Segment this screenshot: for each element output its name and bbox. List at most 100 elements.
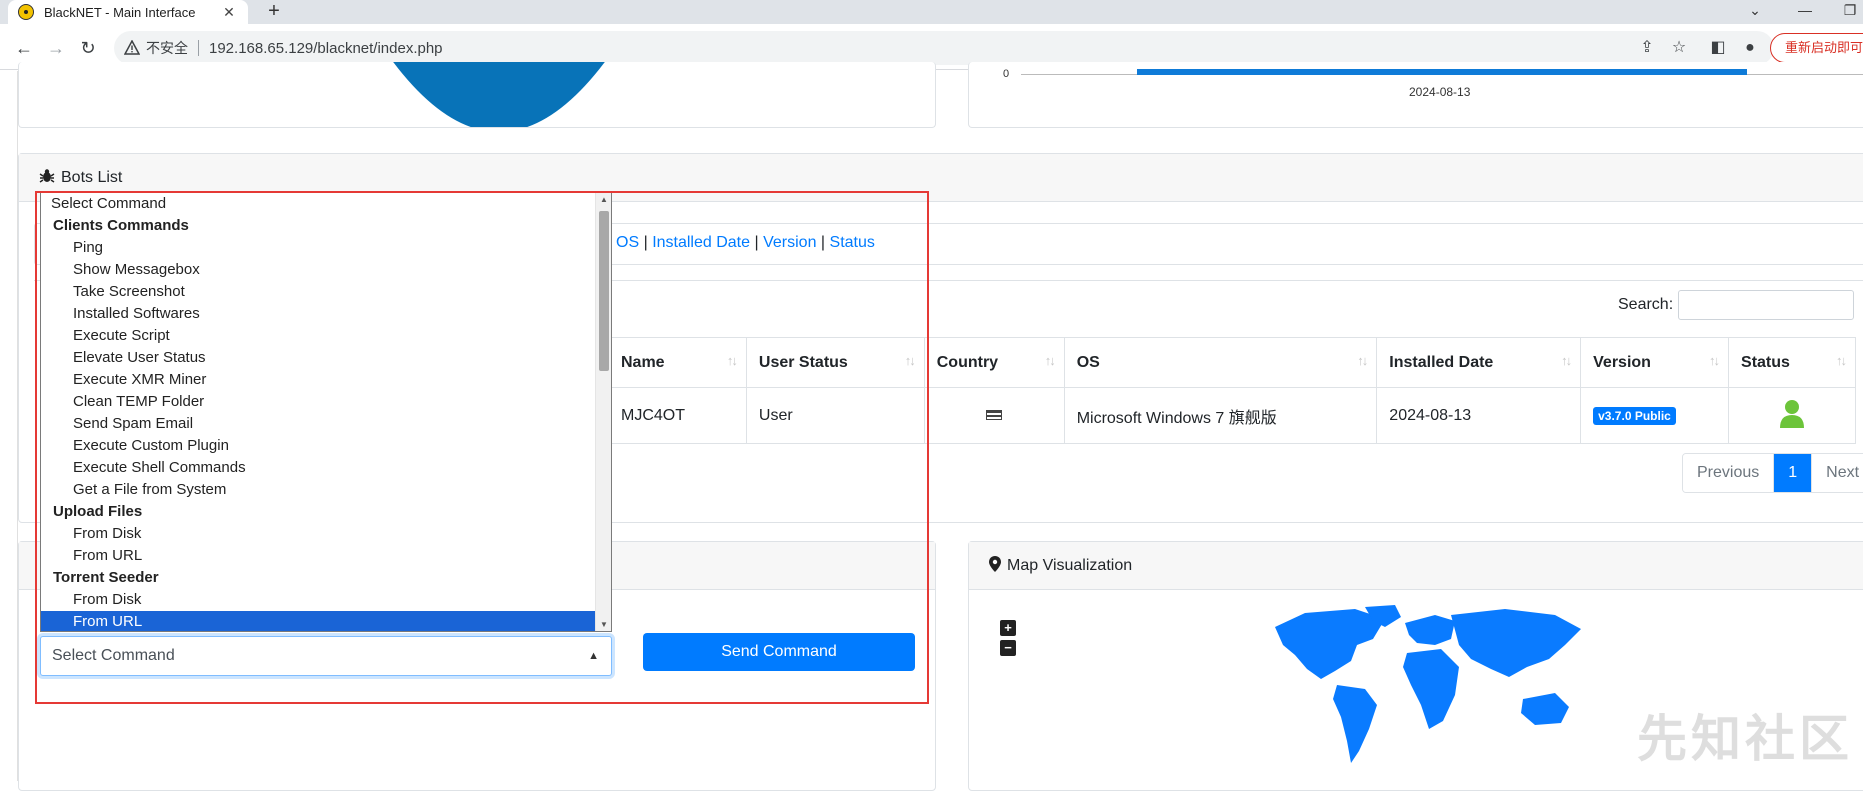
reload-icon[interactable]: ↻ — [76, 36, 100, 60]
online-user-icon — [1780, 400, 1805, 428]
scrollbar-thumb[interactable] — [599, 211, 609, 371]
toggle-installed-date[interactable]: Installed Date — [652, 234, 750, 251]
search-input[interactable] — [1678, 290, 1854, 320]
table-row[interactable]: MJC4OT User Microsoft Windows 7 旗舰版 2024… — [608, 387, 1856, 444]
dropdown-option[interactable]: Send Spam Email — [41, 413, 595, 435]
new-tab-button[interactable]: + — [262, 0, 286, 22]
map-card-header: Map Visualization — [969, 542, 1863, 590]
col-installed-date[interactable]: Installed Date ↑↓ — [1376, 337, 1582, 388]
back-arrow-icon[interactable]: ← — [12, 36, 36, 60]
dropdown-option[interactable]: From Disk — [41, 589, 595, 611]
dropdown-option[interactable]: From URL — [41, 611, 595, 631]
dropdown-option[interactable]: Installed Softwares — [41, 303, 595, 325]
warning-triangle-icon — [124, 40, 140, 56]
restore-window-icon[interactable]: ❐ — [1830, 0, 1863, 20]
send-command-button[interactable]: Send Command — [643, 633, 915, 671]
dropdown-group-label: Torrent Seeder — [53, 569, 159, 586]
col-country[interactable]: Country ↑↓ — [923, 337, 1065, 388]
dropdown-group-label: Upload Files — [53, 503, 143, 520]
sidebar-icon[interactable]: ◧ — [1706, 36, 1730, 60]
tab-title: BlackNET - Main Interface — [44, 4, 196, 20]
select-arrows-icon: ▲ — [588, 650, 599, 662]
dropdown-option[interactable]: Ping — [41, 237, 595, 259]
dropdown-option[interactable]: Execute XMR Miner — [41, 369, 595, 391]
map-zoom-in-button[interactable]: + — [1000, 620, 1016, 636]
pie-chart — [393, 62, 605, 127]
tab-strip: BlackNET - Main Interface ✕ + ⌄ — ❐ — [0, 0, 1863, 24]
command-dropdown-list[interactable]: Select Command Clients Commands Ping Show M… — [40, 192, 612, 632]
insecure-label: 不安全 — [146, 40, 188, 56]
share-icon[interactable]: ⇪ — [1635, 36, 1659, 60]
dropdown-scrollbar[interactable]: ▲ ▼ — [595, 193, 611, 631]
browser-tab[interactable]: BlackNET - Main Interface ✕ — [8, 0, 248, 24]
cell-os: Microsoft Windows 7 旗舰版 — [1063, 387, 1378, 444]
scroll-up-arrow-icon[interactable]: ▲ — [596, 195, 611, 204]
bar-2024-08-13 — [1137, 69, 1747, 75]
south-america-shape — [1333, 685, 1377, 763]
watermark: 先知社区 — [1637, 711, 1853, 767]
dropdown-option[interactable]: Execute Custom Plugin — [41, 435, 595, 457]
dropdown-option[interactable]: Take Screenshot — [41, 281, 595, 303]
sort-icon: ↑↓ — [904, 353, 916, 368]
command-select[interactable]: Select Command ▲ — [40, 636, 612, 676]
dropdown-option[interactable]: Show Messagebox — [41, 259, 595, 281]
bots-table: Name ↑↓ User Status ↑↓ Country ↑↓ OS ↑↓ Inst… — [608, 337, 1856, 444]
command-select-value: Select Command — [52, 647, 175, 664]
radioactive-favicon-icon — [18, 4, 34, 20]
sort-icon: ↑↓ — [726, 353, 738, 368]
dropdown-option[interactable]: Clean TEMP Folder — [41, 391, 595, 413]
omnibox-divider — [198, 40, 199, 56]
europe-shape — [1405, 615, 1455, 645]
table-header-row: Name ↑↓ User Status ↑↓ Country ↑↓ OS ↑↓ Inst… — [608, 337, 1856, 388]
cell-version: v3.7.0 Public — [1580, 387, 1730, 444]
cell-installed-date: 2024-08-13 — [1376, 387, 1582, 444]
dropdown-option[interactable]: Get a File from System — [41, 479, 595, 501]
dropdown-option[interactable]: From Disk — [41, 523, 595, 545]
x-axis-label: 2024-08-13 — [1409, 85, 1471, 99]
minimize-icon[interactable]: — — [1785, 0, 1825, 20]
dropdown-option[interactable]: Elevate User Status — [41, 347, 595, 369]
dropdown-option[interactable]: From URL — [41, 545, 595, 567]
pagination-next[interactable]: Next — [1812, 454, 1863, 492]
cell-user-status: User — [745, 387, 925, 444]
toggle-status[interactable]: Status — [830, 234, 875, 251]
col-name[interactable]: Name ↑↓ — [608, 337, 747, 388]
profile-avatar-icon[interactable]: ● — [1738, 36, 1762, 60]
cell-country — [923, 387, 1065, 444]
sort-icon: ↑↓ — [1561, 353, 1572, 368]
col-os[interactable]: OS ↑↓ — [1063, 337, 1378, 388]
world-map — [1275, 605, 1581, 763]
map-zoom-out-button[interactable]: − — [1000, 640, 1016, 656]
toggle-separator: | — [820, 234, 826, 251]
close-tab-icon[interactable]: ✕ — [220, 4, 238, 21]
africa-shape — [1403, 649, 1459, 729]
col-user-status[interactable]: User Status ↑↓ — [745, 337, 925, 388]
pie-slice — [393, 62, 605, 127]
col-version[interactable]: Version ↑↓ — [1580, 337, 1730, 388]
toggle-os[interactable]: OS — [616, 234, 639, 251]
chevron-down-icon[interactable]: ⌄ — [1735, 0, 1775, 20]
cell-status — [1728, 387, 1856, 444]
bookmark-star-icon[interactable]: ☆ — [1667, 36, 1691, 60]
bots-list-title: Bots List — [61, 168, 123, 186]
toggle-separator: | — [643, 234, 648, 251]
pagination-previous[interactable]: Previous — [1683, 454, 1775, 492]
sort-icon: ↑↓ — [1709, 353, 1720, 368]
y-axis-tick: 0 — [1003, 68, 1010, 80]
pagination-page-1[interactable]: 1 — [1774, 454, 1813, 492]
page-left-gutter — [0, 71, 18, 781]
toggle-version[interactable]: Version — [763, 234, 816, 251]
col-status[interactable]: Status ↑↓ — [1728, 337, 1856, 388]
restart-update-button[interactable]: 重新启动即可更新 — [1770, 33, 1863, 63]
address-bar[interactable]: 不安全 192.168.65.129/blacknet/index.php — [114, 31, 1774, 65]
search-label: Search: — [1618, 296, 1674, 313]
map-marker-icon — [989, 555, 1001, 576]
cell-name: MJC4OT — [608, 387, 747, 444]
toggle-separator: | — [754, 234, 759, 251]
dropdown-option[interactable]: Execute Shell Commands — [41, 457, 595, 479]
forward-arrow-icon[interactable]: → — [44, 36, 68, 60]
scroll-down-arrow-icon[interactable]: ▼ — [596, 620, 611, 629]
sort-icon: ↑↓ — [1044, 353, 1056, 368]
dropdown-option[interactable]: Execute Script — [41, 325, 595, 347]
dropdown-option[interactable]: Select Command — [41, 193, 595, 215]
